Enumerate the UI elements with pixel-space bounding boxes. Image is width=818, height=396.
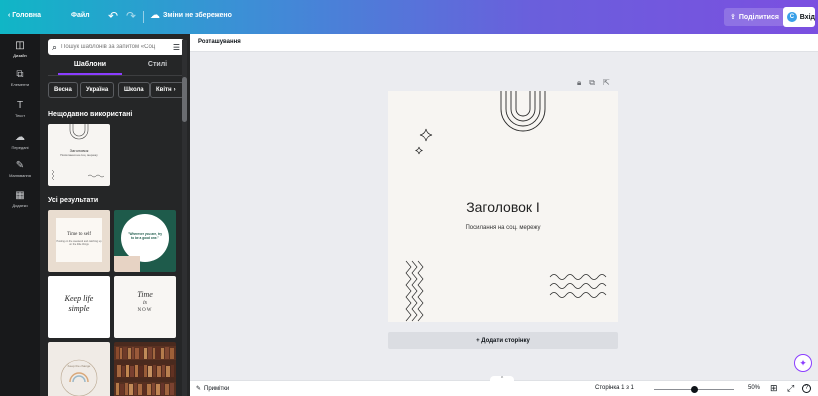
bottom-bar: ^ ✎ Примітки Сторінка 1 з 1 50% ⊞ ⤢ ? (190, 376, 818, 396)
page-tools: 🔒︎ ⧉ ⇱ (577, 78, 610, 88)
fullscreen-icon[interactable]: ⤢ (787, 383, 794, 394)
zoom-slider-handle[interactable] (690, 386, 698, 393)
chip-school[interactable]: Школа (118, 82, 150, 98)
login-button[interactable]: C Вхід (783, 7, 815, 27)
recent-template-thumb[interactable]: Заголовок Посилання на соц. мережу (48, 124, 110, 186)
apps-icon: ▦ (15, 190, 25, 201)
editor-toolbar: Розташування (190, 34, 818, 52)
home-button[interactable]: ‹ Головна (8, 12, 41, 19)
template-thumb-bookshelf[interactable] (114, 342, 176, 396)
share-icon: ⇪ (730, 14, 736, 21)
shapes-icon: ⧉ (16, 69, 24, 80)
thumb-title: NOW (137, 308, 153, 313)
redo-icon[interactable]: ↷ (126, 9, 136, 23)
add-page-button[interactable]: + Додати сторінку (388, 332, 618, 349)
panel-scrollbar-thumb[interactable] (182, 77, 187, 122)
notes-label: Примітки (204, 385, 230, 392)
zoom-value[interactable]: 50% (748, 385, 760, 391)
tab-styles[interactable]: Стилі (135, 61, 180, 68)
recent-section-title: Нещодавно використані (48, 111, 133, 118)
design-page[interactable]: Заголовок І Посилання на соц. мережу (388, 91, 618, 322)
rail-label: Додатки (12, 203, 28, 208)
cloud-icon[interactable]: ☁ (150, 10, 160, 21)
top-bar: ‹ Головна Файл ↶ ↷ ☁ Зміни не збережено … (0, 0, 818, 34)
file-menu-button[interactable]: Файл (71, 12, 90, 19)
thumb-shape (114, 256, 140, 272)
thumb-title: is (142, 300, 147, 306)
thumb-title: Keep life (64, 294, 94, 303)
chevron-up-icon[interactable]: ^ (490, 376, 514, 382)
rail-item-design[interactable]: ◫ Дизайн (0, 40, 40, 58)
search-input[interactable] (61, 44, 169, 50)
bookshelf-image (114, 346, 176, 396)
tab-templates[interactable]: Шаблони (60, 61, 120, 68)
chip-spring[interactable]: Весна (48, 82, 78, 98)
page-indicator[interactable]: Сторінка 1 з 1 (595, 385, 634, 391)
thumb-title: Time to self (67, 232, 91, 237)
login-label: Вхід (799, 13, 815, 21)
template-thumb-time-is-now[interactable]: Time is NOW (114, 276, 176, 338)
layout-icon: ◫ (15, 40, 25, 51)
rail-label: Дизайн (13, 53, 27, 58)
position-button[interactable]: Розташування (198, 39, 241, 45)
upload-icon: ☁ (15, 132, 25, 143)
filter-icon[interactable]: ☰ (173, 43, 180, 52)
duplicate-page-icon[interactable]: ⧉ (589, 78, 595, 88)
page-subheading[interactable]: Посилання на соц. мережу (388, 225, 618, 231)
thumb-title: Time (137, 290, 153, 299)
search-box[interactable]: ⌕ ☰ (48, 39, 184, 55)
active-tab-indicator (58, 73, 122, 75)
chip-label: Квітн (156, 87, 172, 93)
left-rail: ◫ Дизайн ⧉ Елементи T Текст ☁ Передані ✎… (0, 34, 40, 396)
template-thumb-keep-the-change[interactable]: Keep the change (48, 342, 110, 396)
rail-label: Текст (14, 113, 26, 118)
add-page-icon[interactable]: ⇱ (603, 78, 610, 88)
template-preview (60, 359, 98, 396)
undo-icon[interactable]: ↶ (108, 9, 118, 23)
magic-assistant-icon[interactable]: ✦ (794, 354, 812, 372)
home-label: Головна (12, 12, 42, 19)
thumb-text: on the little things (69, 243, 89, 246)
notes-button[interactable]: ✎ Примітки (196, 385, 230, 393)
thumb-quote: to be a good one." (131, 236, 159, 240)
template-thumb-keep-life-simple[interactable]: Keep life simple (48, 276, 110, 338)
all-results-title: Усі результати (48, 197, 99, 204)
tab-divider (48, 75, 184, 76)
notes-icon: ✎ (196, 386, 202, 392)
grid-view-icon[interactable]: ⊞ (770, 383, 778, 394)
chip-april[interactable]: Квітн › (150, 82, 184, 98)
thumb-title: Keep the change (67, 364, 91, 368)
lock-icon[interactable]: 🔒︎ (577, 78, 581, 88)
rail-item-apps[interactable]: ▦ Додатки (0, 190, 40, 208)
search-icon: ⌕ (52, 41, 58, 52)
thumb-subtitle: Посилання на соц. мережу (60, 153, 98, 157)
share-button[interactable]: ⇪ Поділитися (724, 8, 785, 26)
chevron-right-icon: › (173, 87, 176, 93)
template-thumb-quote-green[interactable]: "Wherever you are, try to be a good one.… (114, 210, 176, 272)
draw-icon: ✎ (15, 160, 25, 171)
rail-label: Елементи (10, 82, 30, 87)
rail-label: Малювання (9, 173, 31, 178)
text-icon: T (16, 100, 24, 111)
templates-panel: ⌕ ☰ Шаблони Стилі Весна Україна Школа Кв… (40, 34, 190, 396)
thumb-title: simple (68, 304, 90, 313)
share-label: Поділитися (738, 13, 779, 21)
toolbar-divider (143, 11, 144, 23)
rail-item-elements[interactable]: ⧉ Елементи (0, 69, 40, 87)
template-thumb-time-to-self[interactable]: Time to self Posting on the weekend and … (48, 210, 110, 272)
chip-ukraine[interactable]: Україна (80, 82, 115, 98)
save-status: Зміни не збережено (163, 12, 232, 19)
rail-item-text[interactable]: T Текст (0, 100, 40, 118)
page-heading[interactable]: Заголовок І (388, 199, 618, 215)
help-icon[interactable]: ? (802, 384, 811, 393)
canva-logo-icon: C (787, 12, 797, 22)
rail-item-uploads[interactable]: ☁ Передані (0, 132, 40, 150)
rail-label: Передані (11, 145, 29, 150)
rail-item-draw[interactable]: ✎ Малювання (0, 160, 40, 178)
